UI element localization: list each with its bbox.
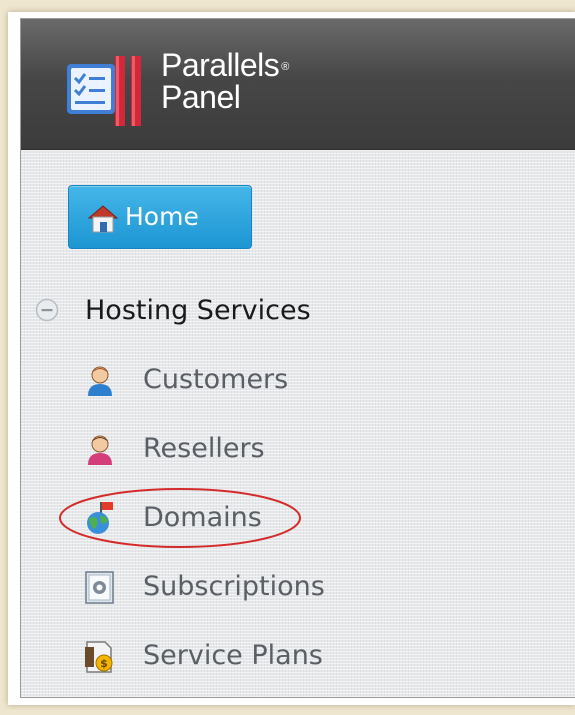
service-plans-icon: $ — [85, 641, 113, 673]
home-icon — [87, 205, 119, 233]
annotation-ellipse — [59, 488, 301, 548]
nav-item-resellers[interactable]: Resellers — [83, 432, 503, 472]
brand-line-2: Panel — [161, 79, 241, 115]
reseller-icon — [88, 435, 112, 465]
nav-item-label: Subscriptions — [143, 571, 325, 602]
navigation-panel: Parallels ® Panel Home Hosting Services C… — [20, 18, 575, 698]
section-label: Hosting Services — [85, 295, 311, 326]
brand-name: Parallels ® Panel — [161, 49, 289, 113]
subscriptions-icon — [85, 571, 114, 604]
home-button[interactable]: Home — [68, 185, 252, 249]
parallels-logo-icon — [67, 56, 141, 126]
svg-text:$: $ — [100, 657, 108, 670]
registered-mark: ® — [281, 61, 289, 73]
brand-line-1: Parallels — [161, 47, 280, 83]
nav-item-label: Resellers — [143, 433, 265, 464]
nav-item-service-plans[interactable]: $ Service Plans — [83, 639, 503, 679]
home-label: Home — [125, 202, 199, 231]
customer-icon — [88, 366, 112, 396]
panel-header: Parallels ® Panel — [21, 19, 575, 150]
collapse-minus-icon[interactable] — [35, 298, 59, 322]
section-hosting-services[interactable]: Hosting Services — [35, 294, 435, 334]
nav-item-label: Service Plans — [143, 640, 323, 671]
nav-item-customers[interactable]: Customers — [83, 363, 503, 403]
nav-item-subscriptions[interactable]: Subscriptions — [83, 570, 503, 610]
nav-item-label: Customers — [143, 364, 289, 395]
